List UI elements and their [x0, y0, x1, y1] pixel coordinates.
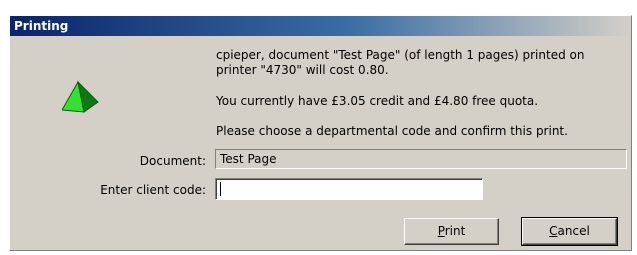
print-button-label: rint: [444, 224, 466, 238]
document-field: Test Page: [215, 149, 627, 169]
print-button-mnemonic: P: [437, 224, 445, 238]
green-pyramid-icon: [62, 80, 99, 113]
instruction-message: Please choose a departmental code and co…: [216, 124, 568, 138]
cancel-button[interactable]: Cancel: [521, 217, 618, 246]
print-cost-message: cpieper, document "Test Page" (of length…: [216, 48, 585, 77]
printing-dialog: Printing cpieper, document "Test Page" (…: [9, 15, 632, 251]
dialog-title: Printing: [14, 19, 69, 33]
client-code-input[interactable]: [215, 178, 483, 200]
cancel-button-mnemonic: C: [549, 224, 558, 238]
cancel-button-label: ancel: [557, 224, 590, 238]
client-code-label: Enter client code:: [100, 183, 206, 197]
dialog-title-bar[interactable]: Printing: [10, 16, 631, 36]
text-caret: [220, 182, 221, 196]
document-label: Document:: [139, 154, 206, 168]
print-button[interactable]: Print: [404, 218, 499, 245]
credit-message: You currently have £3.05 credit and £4.8…: [216, 94, 539, 108]
